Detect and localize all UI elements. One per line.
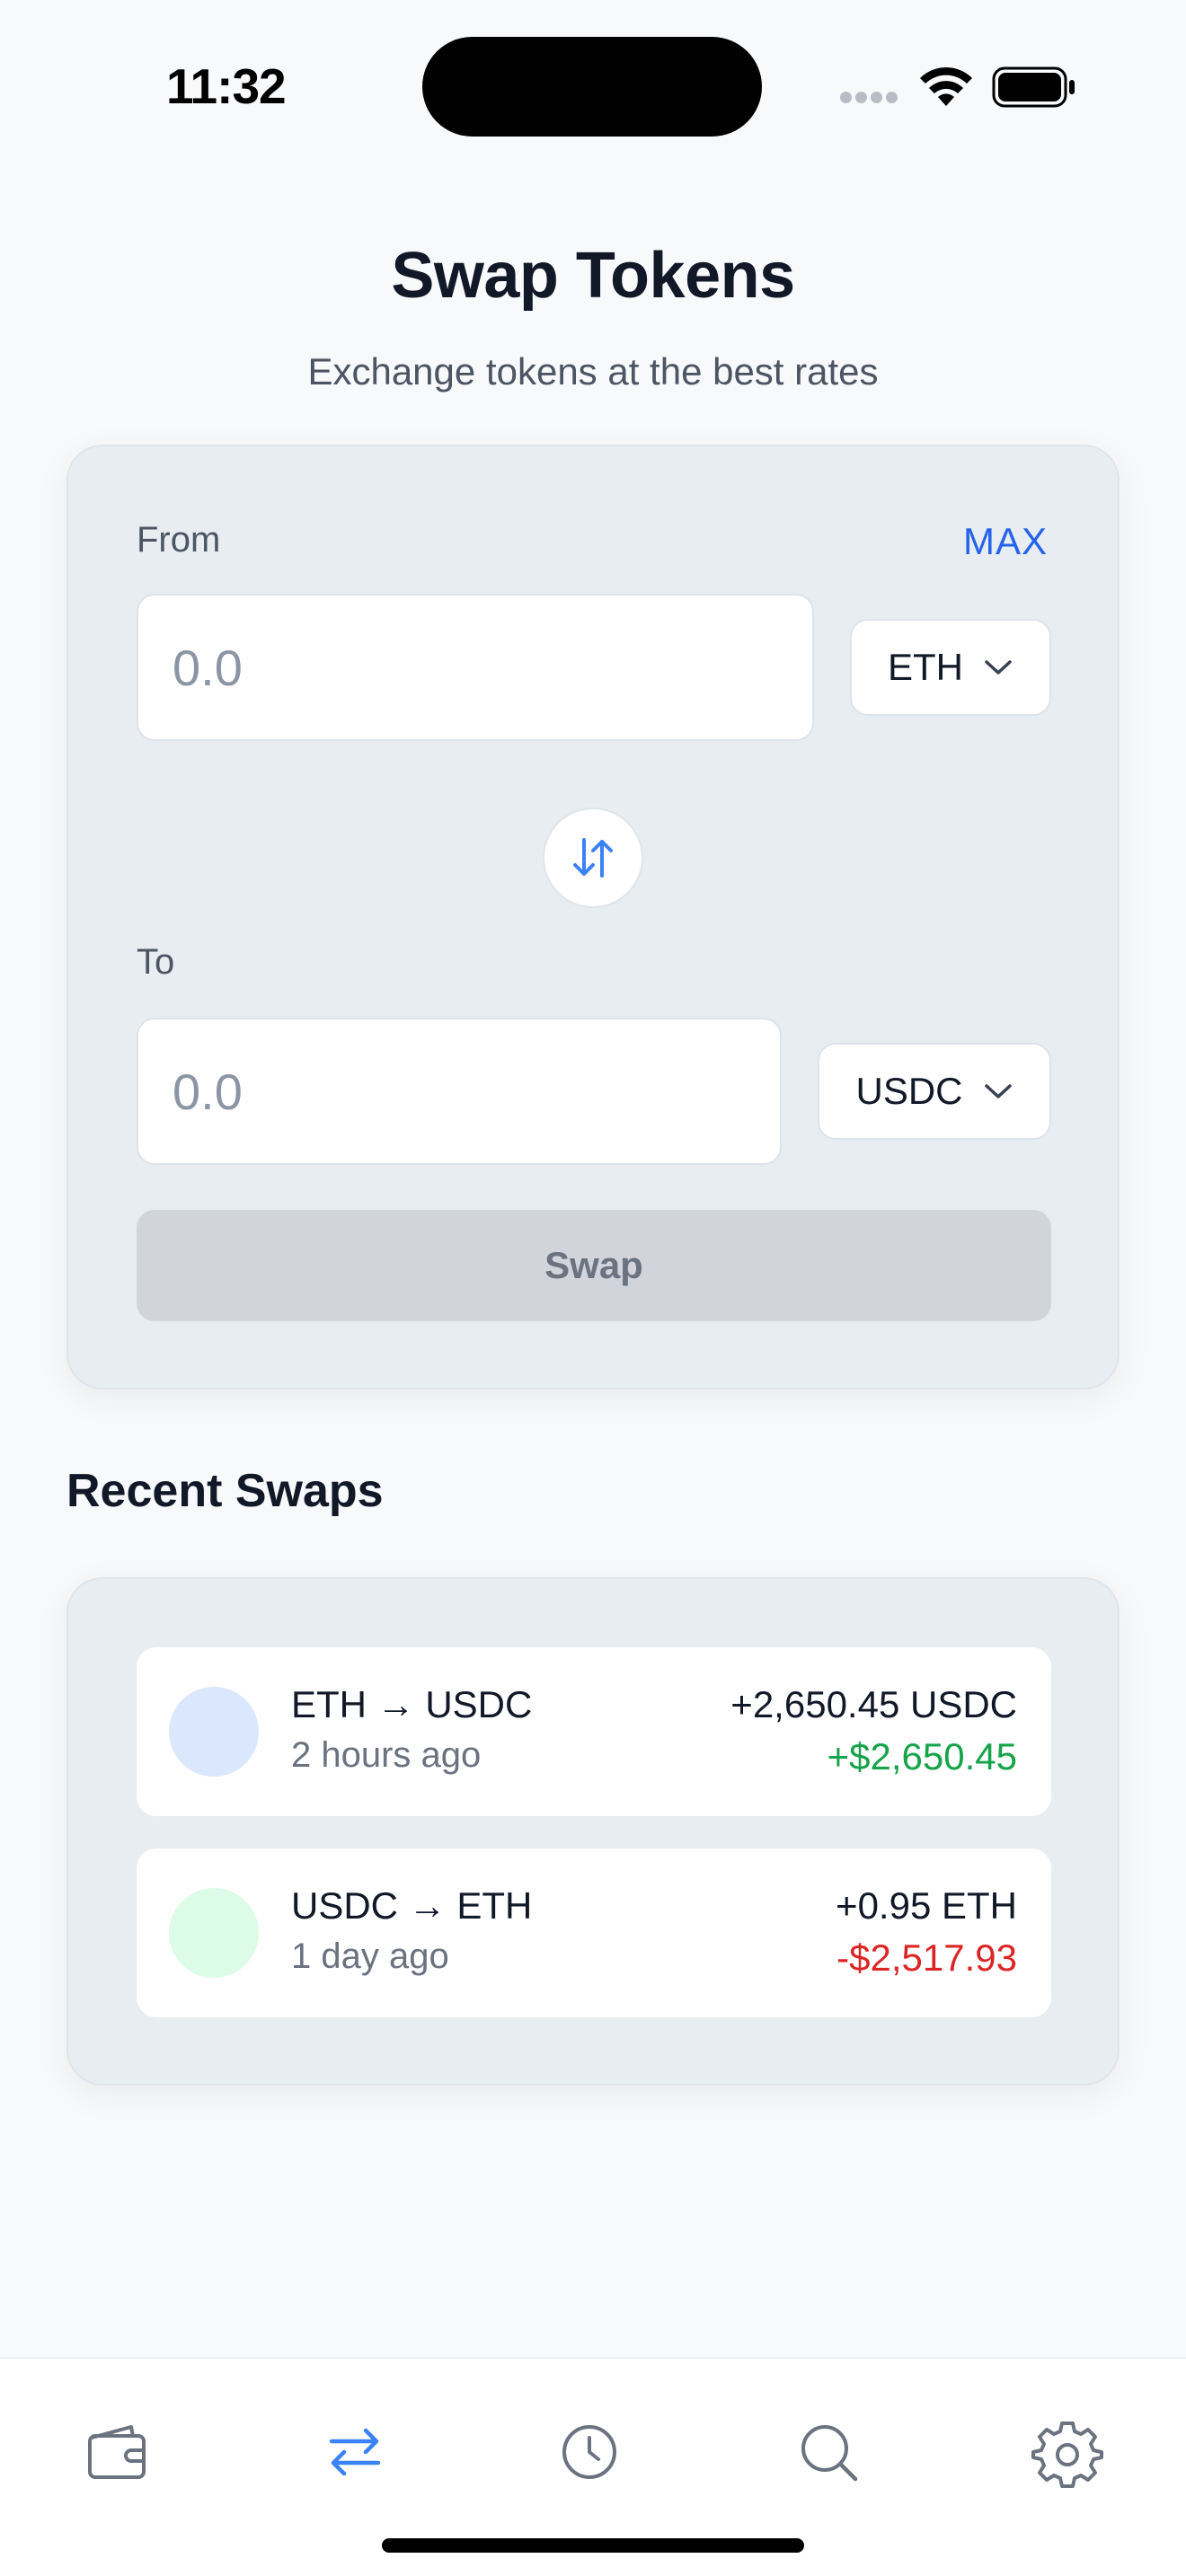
battery-icon [992,66,1075,108]
recent-swaps-list: ETH → USDC 2 hours ago +2,650.45 USDC +$… [66,1577,1120,2086]
status-time: 11:32 [166,58,287,114]
swap-amount: +0.95 ETH [836,1884,1017,1927]
list-item[interactable]: ETH → USDC 2 hours ago +2,650.45 USDC +$… [137,1647,1051,1816]
home-indicator [382,2538,804,2553]
token-avatar [169,1888,259,1978]
page-subtitle: Exchange tokens at the best rates [307,350,879,393]
swap-amount: +2,650.45 USDC [730,1683,1017,1725]
swap-vertical-arrows-icon [573,838,613,878]
swap-arrows-icon [329,2428,381,2476]
tab-history[interactable] [546,2409,633,2495]
status-bar: 11:32 [0,0,1186,180]
cellular-signal-icon [840,92,903,104]
from-label: From [137,520,221,560]
to-token-select[interactable]: USDC [818,1043,1051,1140]
wifi-icon [920,66,972,106]
swap-time: 1 day ago [291,1936,449,1976]
from-token-select[interactable]: ETH [850,619,1051,716]
swap-button[interactable]: Swap [137,1210,1051,1321]
from-token-label: ETH [888,646,963,688]
tab-settings[interactable] [1024,2409,1111,2495]
chevron-down-icon [984,1084,1012,1098]
wallet-icon [88,2425,146,2479]
swap-pair: ETH → USDC [291,1683,533,1725]
chevron-down-icon [985,660,1012,675]
flip-tokens-button[interactable] [543,807,643,908]
to-token-label: USDC [855,1070,963,1112]
swap-card: From MAX ETH To USDC Swap [66,445,1120,1389]
recent-swaps-title: Recent Swaps [66,1465,384,1517]
tab-wallet[interactable] [74,2409,160,2495]
list-item[interactable]: USDC → ETH 1 day ago +0.95 ETH -$2,517.9… [137,1848,1051,2017]
from-amount-input[interactable] [137,594,814,741]
token-avatar [169,1687,259,1777]
swap-value: -$2,517.93 [836,1936,1017,1979]
clock-icon [562,2425,616,2479]
dynamic-island [422,37,762,137]
max-button[interactable]: MAX [963,520,1048,563]
tab-search[interactable] [785,2409,872,2495]
tab-swap[interactable] [312,2409,398,2495]
swap-value: +$2,650.45 [827,1735,1017,1778]
to-label: To [137,942,175,982]
swap-pair: USDC → ETH [291,1884,533,1927]
to-amount-input[interactable] [137,1018,782,1165]
page-title: Swap Tokens [391,240,795,312]
search-icon [801,2425,858,2482]
gear-icon [1031,2422,1103,2488]
swap-time: 2 hours ago [291,1735,482,1775]
